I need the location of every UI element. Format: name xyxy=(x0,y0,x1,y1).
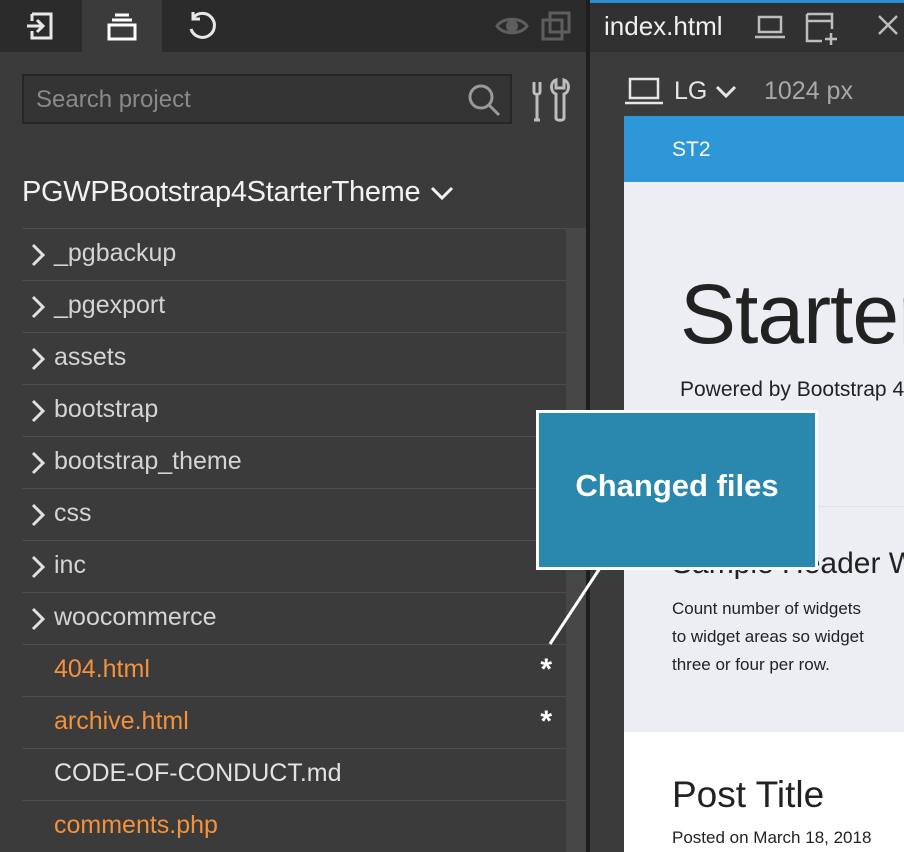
tree-file-row[interactable]: comments.php xyxy=(22,800,566,852)
tree-item-label: woocommerce xyxy=(54,603,217,631)
project-title[interactable]: PGWPBootstrap4StarterTheme xyxy=(22,176,454,209)
tree-item-label: archive.html xyxy=(54,707,189,735)
callout-box: Changed files xyxy=(536,410,818,570)
preview-widget-line: three or four per row. xyxy=(672,655,830,674)
tree-file-row[interactable]: archive.html * xyxy=(22,696,566,748)
tree-folder-row[interactable]: woocommerce xyxy=(22,592,566,644)
toggle-visibility-button[interactable] xyxy=(492,0,532,52)
device-size-dropdown[interactable]: LG xyxy=(674,77,737,106)
tree-item-label: inc xyxy=(54,551,86,579)
insert-icon xyxy=(27,12,53,40)
preview-widget-line: Count number of widgets xyxy=(672,599,861,618)
preview-brand: ST2 xyxy=(672,138,711,161)
chevron-down-icon xyxy=(716,85,737,98)
laptop-icon[interactable] xyxy=(624,76,664,106)
search-icon[interactable] xyxy=(466,82,502,118)
tree-item-label: comments.php xyxy=(54,811,218,839)
document-tab[interactable]: index.html xyxy=(590,0,904,52)
tree-folder-row[interactable]: bootstrap_theme xyxy=(22,436,566,488)
tree-item-label: 404.html xyxy=(54,655,150,683)
history-icon xyxy=(189,11,216,39)
search-box xyxy=(22,74,512,124)
chevron-right-icon[interactable] xyxy=(28,451,48,475)
chevron-right-icon[interactable] xyxy=(28,399,48,423)
tab-insert[interactable] xyxy=(0,0,82,52)
project-name: PGWPBootstrap4StarterTheme xyxy=(22,176,421,208)
tree-item-label: assets xyxy=(54,343,127,371)
preview-post-section: Post Title Posted on March 18, 2018 xyxy=(624,732,904,852)
tree-folder-row[interactable]: _pgexport xyxy=(22,280,566,332)
tab-history[interactable] xyxy=(162,0,242,52)
tree-folder-row[interactable]: inc xyxy=(22,540,566,592)
tree-item-label: CODE-OF-CONDUCT.md xyxy=(54,759,342,787)
tree-folder-row[interactable]: bootstrap xyxy=(22,384,566,436)
preview-navbar: ST2 xyxy=(624,116,904,182)
callout-text: Changed files xyxy=(575,468,779,503)
project-icon xyxy=(107,13,137,41)
add-page-icon[interactable] xyxy=(804,11,840,47)
tree-item-label: css xyxy=(54,499,92,527)
chevron-down-icon xyxy=(431,186,454,200)
preview-post-meta: Posted on March 18, 2018 xyxy=(672,828,872,847)
tab-project[interactable] xyxy=(82,0,162,52)
preview-hero-title: Starter xyxy=(680,267,904,361)
laptop-icon[interactable] xyxy=(754,13,786,41)
eye-icon xyxy=(495,17,529,35)
tree-item-label: _pgexport xyxy=(54,291,166,319)
duplicate-button[interactable] xyxy=(534,0,578,52)
tree-file-row[interactable]: CODE-OF-CONDUCT.md xyxy=(22,748,566,800)
duplicate-icon xyxy=(541,11,571,41)
device-width: 1024 px xyxy=(764,77,853,105)
tools-icon xyxy=(532,77,570,122)
close-icon[interactable] xyxy=(876,13,900,37)
file-tree: _pgbackup _pgexport assets bootstrap boo… xyxy=(22,228,566,852)
tree-item-label: bootstrap_theme xyxy=(54,447,242,475)
tree-folder-row[interactable]: assets xyxy=(22,332,566,384)
chevron-right-icon[interactable] xyxy=(28,243,48,267)
chevron-right-icon[interactable] xyxy=(28,607,48,631)
chevron-right-icon[interactable] xyxy=(28,555,48,579)
panel-toolbar xyxy=(0,0,586,52)
device-bar: LG 1024 px xyxy=(590,52,904,116)
device-size-label: LG xyxy=(674,77,708,105)
preview-widget-text: Count number of widgets to widget areas … xyxy=(672,595,864,679)
tree-file-row[interactable]: 404.html * xyxy=(22,644,566,696)
preview-post-title: Post Title xyxy=(672,774,825,815)
changed-marker: * xyxy=(540,653,552,686)
document-tab-name: index.html xyxy=(604,11,723,41)
changed-marker: * xyxy=(540,705,552,738)
tree-folder-row[interactable]: _pgbackup xyxy=(22,228,566,280)
tree-folder-row[interactable]: css xyxy=(22,488,566,540)
tree-item-label: _pgbackup xyxy=(54,239,177,267)
preview-widget-line: to widget areas so widget xyxy=(672,627,864,646)
preview-hero-subtitle: Powered by Bootstrap 4 xyxy=(680,378,904,401)
tree-item-label: bootstrap xyxy=(54,395,159,423)
chevron-right-icon[interactable] xyxy=(28,347,48,371)
chevron-right-icon[interactable] xyxy=(28,503,48,527)
chevron-right-icon[interactable] xyxy=(28,295,48,319)
search-input[interactable] xyxy=(34,76,458,124)
project-settings-button[interactable] xyxy=(526,74,574,124)
